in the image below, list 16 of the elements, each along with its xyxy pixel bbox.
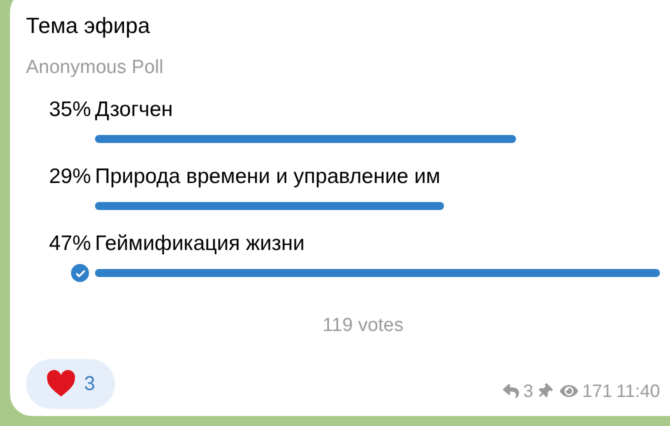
option-percent: 47% bbox=[48, 231, 91, 257]
heart-icon bbox=[46, 370, 76, 398]
poll-type: Anonymous Poll bbox=[26, 56, 164, 80]
view-count: 171 bbox=[582, 380, 612, 402]
reply-count: 3 bbox=[523, 380, 534, 402]
reaction-button[interactable]: 3 bbox=[26, 358, 116, 408]
poll-question: Тема эфира bbox=[26, 12, 150, 40]
vote-count: 119 votes bbox=[322, 314, 404, 338]
views-icon bbox=[560, 382, 578, 400]
option-text: Геймификация жизни bbox=[95, 231, 305, 257]
option-percent: 29% bbox=[48, 164, 91, 190]
option-text: Природа времени и управление им bbox=[95, 164, 440, 190]
message-time: 11:40 bbox=[616, 380, 660, 402]
reply-icon bbox=[503, 383, 520, 399]
option-text: Дзогчен bbox=[95, 97, 173, 123]
option-percent: 35% bbox=[48, 97, 91, 123]
